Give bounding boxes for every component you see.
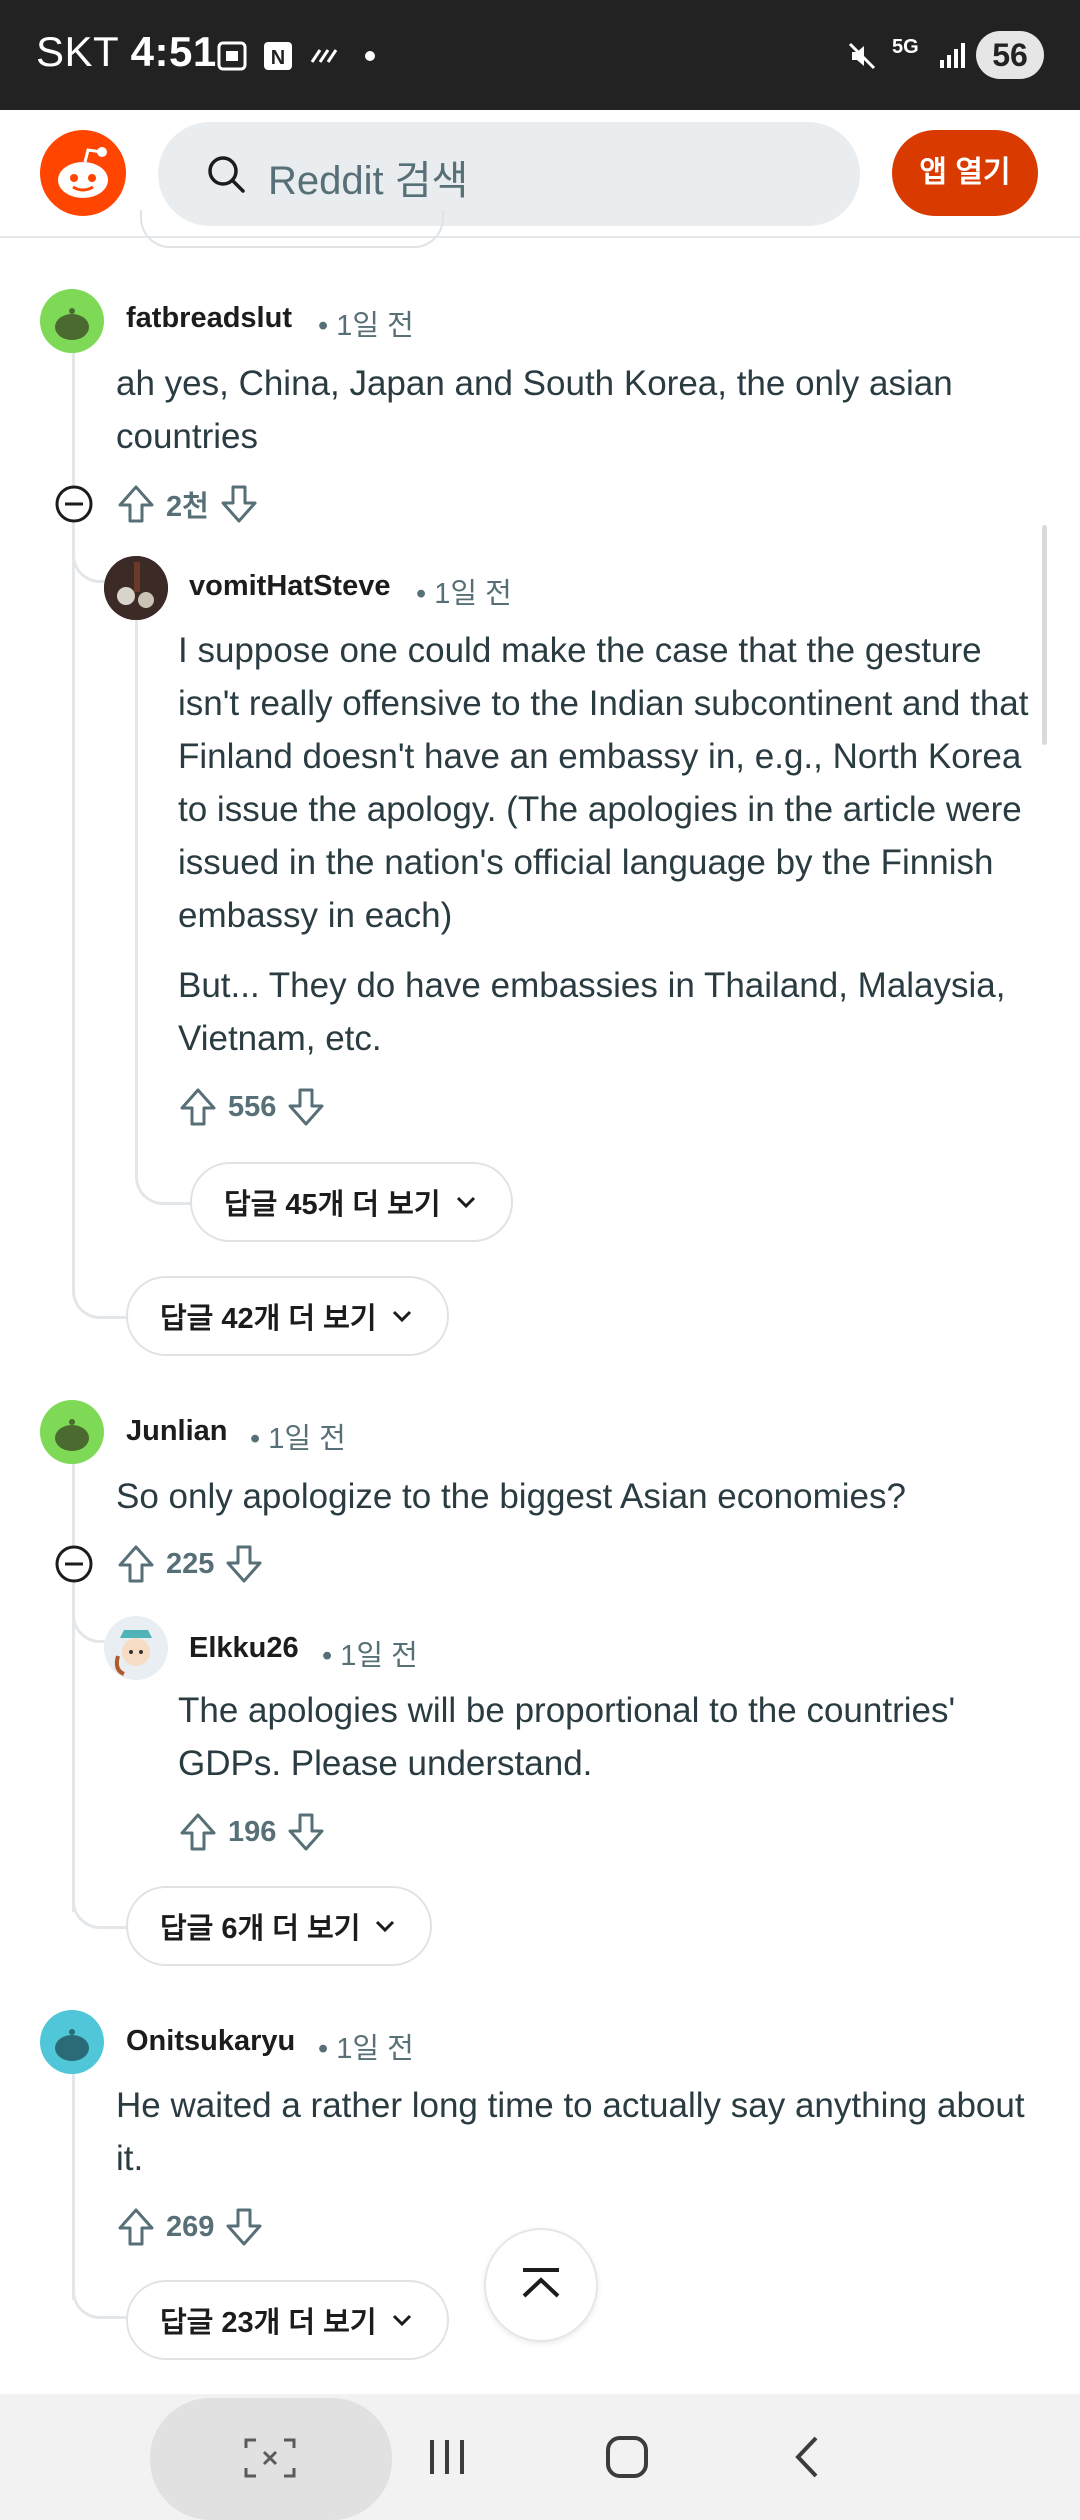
chevron-down-icon xyxy=(376,1920,395,1933)
signal-icon xyxy=(940,43,965,68)
downvote-icon[interactable] xyxy=(217,482,261,526)
vote-bar: 225 xyxy=(114,1539,266,1589)
comment-body: I suppose one could make the case that t… xyxy=(178,631,1029,935)
downvote-icon[interactable] xyxy=(284,1085,328,1129)
svg-text:N: N xyxy=(271,47,285,69)
battery-icon: 56 xyxy=(976,31,1044,79)
comment-username[interactable]: Onitsukaryu xyxy=(126,2025,295,2058)
mute-icon xyxy=(848,42,876,70)
open-app-button[interactable]: 앱 열기 xyxy=(892,130,1038,216)
avatar[interactable] xyxy=(40,1400,104,1464)
vote-bar: 196 xyxy=(176,1807,328,1857)
comment-username[interactable]: vomitHatSteve xyxy=(189,570,390,603)
more-replies-label: 답글 42개 더 보기 xyxy=(160,1303,377,1335)
comment-username[interactable]: fatbreadslut xyxy=(126,302,292,335)
collapse-icon[interactable] xyxy=(54,1544,94,1584)
vote-bar: 269 xyxy=(114,2202,266,2252)
more-replies-button[interactable]: 답글 6개 더 보기 xyxy=(126,1886,433,1966)
thread-line xyxy=(72,1452,75,1912)
search-placeholder: Reddit 검색 xyxy=(268,159,469,203)
more-replies-button[interactable]: 답글 42개 더 보기 xyxy=(126,1276,449,1356)
system-nav-bar xyxy=(0,2394,1080,2520)
more-replies-button[interactable]: 답글 23개 더 보기 xyxy=(126,2280,449,2360)
5g-icon: 5G xyxy=(892,36,919,58)
screenshot-icon xyxy=(217,41,247,71)
avatar[interactable] xyxy=(40,289,104,353)
vote-count: 269 xyxy=(166,2210,215,2243)
comment-time: • 1일 전 xyxy=(416,578,512,610)
upvote-icon[interactable] xyxy=(176,1085,220,1129)
comment-username[interactable]: Junlian xyxy=(126,1415,228,1448)
scroll-to-top-button[interactable] xyxy=(484,2228,598,2342)
more-replies-label: 답글 45개 더 보기 xyxy=(224,1189,441,1221)
upvote-icon[interactable] xyxy=(176,1810,220,1854)
upvote-icon[interactable] xyxy=(114,1542,158,1586)
vote-bar: 556 xyxy=(176,1082,328,1132)
carrier-label: SKT xyxy=(36,28,119,75)
status-bar: SKT 4:51 N 5G 56 xyxy=(0,0,1080,110)
comment-time: • 1일 전 xyxy=(318,310,414,342)
downvote-icon[interactable] xyxy=(222,1542,266,1586)
scroll-top-icon xyxy=(522,2268,560,2298)
avatar[interactable] xyxy=(40,2010,104,2074)
more-replies-label: 답글 6개 더 보기 xyxy=(160,1913,361,1945)
thread-elbow xyxy=(72,1250,131,1319)
comment-time: • 1일 전 xyxy=(322,1640,418,1672)
dot-icon xyxy=(365,51,375,61)
search-icon xyxy=(208,156,245,193)
chevron-down-icon xyxy=(456,1196,475,1209)
upvote-icon[interactable] xyxy=(114,2205,158,2249)
thread-elbow xyxy=(72,1880,131,1929)
reddit-logo-icon[interactable] xyxy=(40,130,126,216)
back-icon[interactable] xyxy=(790,2434,824,2480)
avatar[interactable] xyxy=(104,556,168,620)
thread-elbow xyxy=(72,2270,131,2319)
comment-body: ah yes, China, Japan and South Korea, th… xyxy=(116,364,953,456)
comment-username[interactable]: Elkku26 xyxy=(189,1632,299,1665)
recent-apps-icon[interactable] xyxy=(424,2434,470,2480)
thread-elbow xyxy=(135,1150,194,1205)
collapse-icon[interactable] xyxy=(54,484,94,524)
comment-time: • 1일 전 xyxy=(250,1423,346,1455)
capture-icon[interactable] xyxy=(242,2436,298,2480)
comment-body: So only apologize to the biggest Asian e… xyxy=(116,1477,906,1516)
thread-line xyxy=(72,2060,75,2300)
vote-count: 225 xyxy=(166,1547,215,1580)
vote-count: 196 xyxy=(228,1815,277,1848)
downvote-icon[interactable] xyxy=(222,2205,266,2249)
upvote-icon[interactable] xyxy=(114,482,158,526)
carrier-time: SKT 4:51 xyxy=(36,28,217,76)
dnd-icon xyxy=(310,49,338,63)
more-replies-label: 답글 23개 더 보기 xyxy=(160,2307,377,2339)
more-replies-button-partial[interactable] xyxy=(140,210,444,248)
vote-count: 556 xyxy=(228,1090,277,1123)
naver-icon: N xyxy=(264,42,292,70)
more-replies-button[interactable]: 답글 45개 더 보기 xyxy=(190,1162,513,1242)
comment-time: • 1일 전 xyxy=(318,2033,414,2065)
chevron-down-icon xyxy=(392,2314,411,2327)
clock: 4:51 xyxy=(130,28,217,75)
comment-body: He waited a rather long time to actually… xyxy=(116,2086,1025,2178)
vote-count: 2천 xyxy=(166,491,209,523)
thread-line xyxy=(72,340,75,1280)
thread-line xyxy=(135,614,138,1174)
chevron-down-icon xyxy=(392,1310,411,1323)
home-icon[interactable] xyxy=(604,2434,650,2480)
comment-body: But... They do have embassies in Thailan… xyxy=(178,966,1006,1058)
vote-bar: 2천 xyxy=(114,479,261,529)
avatar[interactable] xyxy=(104,1616,168,1680)
scrollbar[interactable] xyxy=(1042,525,1047,745)
downvote-icon[interactable] xyxy=(284,1810,328,1854)
comment-body: The apologies will be proportional to th… xyxy=(178,1691,956,1783)
